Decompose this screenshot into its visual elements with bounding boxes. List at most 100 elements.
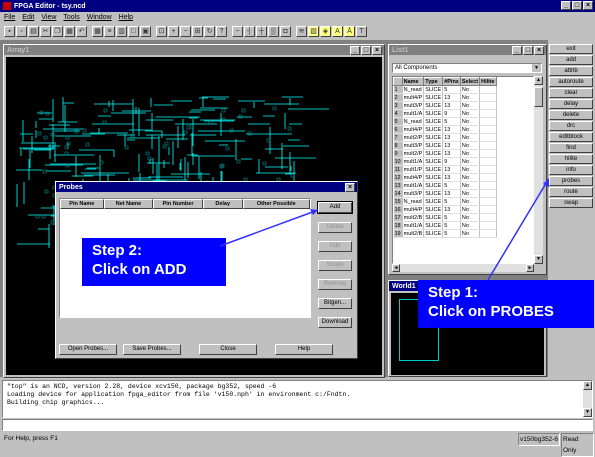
table-row[interactable]: 4 mult1/A SLICE 9 No [393, 109, 497, 118]
grid-icon[interactable]: ▦ [92, 25, 103, 37]
table-row[interactable]: 9 mult2/P SLICE 13 No [393, 149, 497, 158]
scroll-right-arrow-icon[interactable]: ► [526, 264, 534, 272]
list-col-header[interactable]: Name [401, 77, 425, 86]
table-row[interactable]: 12 mult4/P SLICE 13 No [393, 173, 497, 182]
paste-icon[interactable]: ▦ [64, 25, 75, 37]
zoom-area-icon[interactable]: ⊞ [192, 25, 203, 37]
table-row[interactable]: 8 mult3/P SLICE 13 No [393, 141, 497, 150]
table-row[interactable]: 11 mult1/P SLICE 13 No [393, 165, 497, 174]
route-icon[interactable]: ┼ [256, 25, 267, 37]
command-delete-button[interactable]: delete [549, 110, 593, 120]
command-find-button[interactable]: find [549, 143, 593, 153]
list-vscrollbar[interactable]: ▲ ▼ [534, 76, 543, 264]
list-filter-select[interactable]: All Components ▼ [392, 63, 542, 73]
table-row[interactable]: 16 mult4/P SLICE 13 No [393, 205, 497, 214]
table-row[interactable]: 1 N_read SLICE 5 No [393, 85, 497, 94]
probe-col-header[interactable]: Pin Name [60, 199, 104, 209]
probe-openprobes-button[interactable]: Open Probes... [59, 344, 117, 355]
print-icon[interactable]: ▤ [28, 25, 39, 37]
text-icon[interactable]: T [356, 25, 367, 37]
cut-icon[interactable]: ✂ [40, 25, 51, 37]
probe-icon[interactable]: ◈ [320, 25, 331, 37]
help-arrow-icon[interactable]: ? [216, 25, 227, 37]
window-icon[interactable]: □ [128, 25, 139, 37]
probe-col-header[interactable]: Pin Number [153, 199, 203, 209]
table-row[interactable]: 5 N_read SLICE 5 No [393, 117, 497, 126]
probe-col-header[interactable]: Net Name [103, 199, 154, 209]
undo-icon[interactable]: ↶ [76, 25, 87, 37]
list-col-header[interactable]: Select [459, 77, 481, 86]
command-route-button[interactable]: route [549, 187, 593, 197]
table-row[interactable]: 17 mult2/B SLICE 5 No [393, 213, 497, 222]
probe-scope-button[interactable]: Scope [318, 260, 352, 271]
zoom-out-icon[interactable]: − [180, 25, 191, 37]
command-drc-button[interactable]: drc [549, 121, 593, 131]
probe-download-button[interactable]: Download [318, 317, 352, 328]
command-hilite-button[interactable]: hilite [549, 154, 593, 164]
list-col-header[interactable]: Hilite [479, 77, 497, 86]
maximize-button[interactable]: □ [572, 1, 582, 10]
save-icon[interactable]: ▪ [4, 25, 15, 37]
probe-delete-button[interactable]: Delete [318, 222, 352, 233]
tile-icon[interactable]: ▣ [140, 25, 151, 37]
command-input[interactable] [2, 419, 593, 431]
list-close-button[interactable]: × [534, 46, 544, 55]
table-row[interactable]: 2 mult4/P SLICE 13 No [393, 93, 497, 102]
minus-icon[interactable]: − [232, 25, 243, 37]
probe-close-button[interactable]: Close [199, 344, 257, 355]
command-add-button[interactable]: add [549, 55, 593, 65]
menu-view[interactable]: View [41, 14, 56, 21]
console-scroll-down-icon[interactable]: ▼ [583, 408, 592, 417]
probe-col-header[interactable]: Other Possible [242, 199, 311, 209]
menu-tools[interactable]: Tools [63, 14, 79, 21]
zoom-fit-icon[interactable]: ⊡ [156, 25, 167, 37]
list-icon[interactable]: ≡ [104, 25, 115, 37]
copy-icon[interactable]: ❐ [52, 25, 63, 37]
open-icon[interactable]: ▫ [16, 25, 27, 37]
table-row[interactable]: 6 mult4/P SLICE 13 No [393, 125, 497, 134]
command-attrib-button[interactable]: attrib [549, 66, 593, 76]
probe-bitgen-button[interactable]: Bitgen... [318, 298, 352, 309]
wire-icon[interactable]: ┤ [244, 25, 255, 37]
probe-help-button[interactable]: Help [275, 344, 333, 355]
table-row[interactable]: 10 mult1/A SLICE 9 No [393, 157, 497, 166]
probe-edit-button[interactable]: Edit [318, 241, 352, 252]
net-icon[interactable]: ≋ [296, 25, 307, 37]
table-row[interactable]: 18 mult1/A SLICE 5 No [393, 221, 497, 230]
scroll-thumb[interactable] [534, 87, 543, 107]
hilite-icon[interactable]: ▒ [268, 25, 279, 37]
command-swap-button[interactable]: swap [549, 198, 593, 208]
menu-file[interactable]: File [4, 14, 15, 21]
command-probes-button[interactable]: probes [549, 176, 593, 186]
table-row[interactable]: 14 mult3/P SLICE 13 No [393, 189, 497, 198]
close-button[interactable]: × [583, 1, 593, 10]
command-exit-button[interactable]: exit [549, 44, 593, 54]
scroll-down-arrow-icon[interactable]: ▼ [534, 255, 543, 264]
array-close-button[interactable]: × [372, 46, 382, 55]
console-vscrollbar[interactable]: ▲ ▼ [583, 381, 592, 417]
probe-add-button[interactable]: Add [317, 201, 353, 214]
table-row[interactable]: 7 mult2/P SLICE 13 No [393, 133, 497, 142]
font-icon[interactable]: Ā [344, 25, 355, 37]
command-info-button[interactable]: info [549, 165, 593, 175]
command-delay-button[interactable]: delay [549, 99, 593, 109]
array-minimize-button[interactable]: _ [350, 46, 360, 55]
minimize-button[interactable]: _ [561, 1, 571, 10]
array-maximize-button[interactable]: □ [361, 46, 371, 55]
list-maximize-button[interactable]: □ [523, 46, 533, 55]
console-scroll-up-icon[interactable]: ▲ [583, 381, 592, 390]
table-row[interactable]: 15 N_read SLICE 5 No [393, 197, 497, 206]
command-editblock-button[interactable]: editblock [549, 132, 593, 142]
component-icon[interactable]: ◘ [280, 25, 291, 37]
command-clear-button[interactable]: clear [549, 88, 593, 98]
label-icon[interactable]: A [332, 25, 343, 37]
scroll-up-arrow-icon[interactable]: ▲ [534, 76, 543, 85]
table-row[interactable]: 19 mult2/B SLICE 5 No [393, 229, 497, 238]
menu-edit[interactable]: Edit [22, 14, 34, 21]
probe-saveprobes-button[interactable]: Save Probes... [123, 344, 181, 355]
command-autoroute-button[interactable]: autoroute [549, 77, 593, 87]
probe-remove-button[interactable]: Remove [318, 279, 352, 290]
list-col-header[interactable]: #Pins [442, 77, 461, 86]
scroll-left-arrow-icon[interactable]: ◄ [392, 264, 400, 272]
probes-close-button[interactable]: × [345, 183, 355, 192]
